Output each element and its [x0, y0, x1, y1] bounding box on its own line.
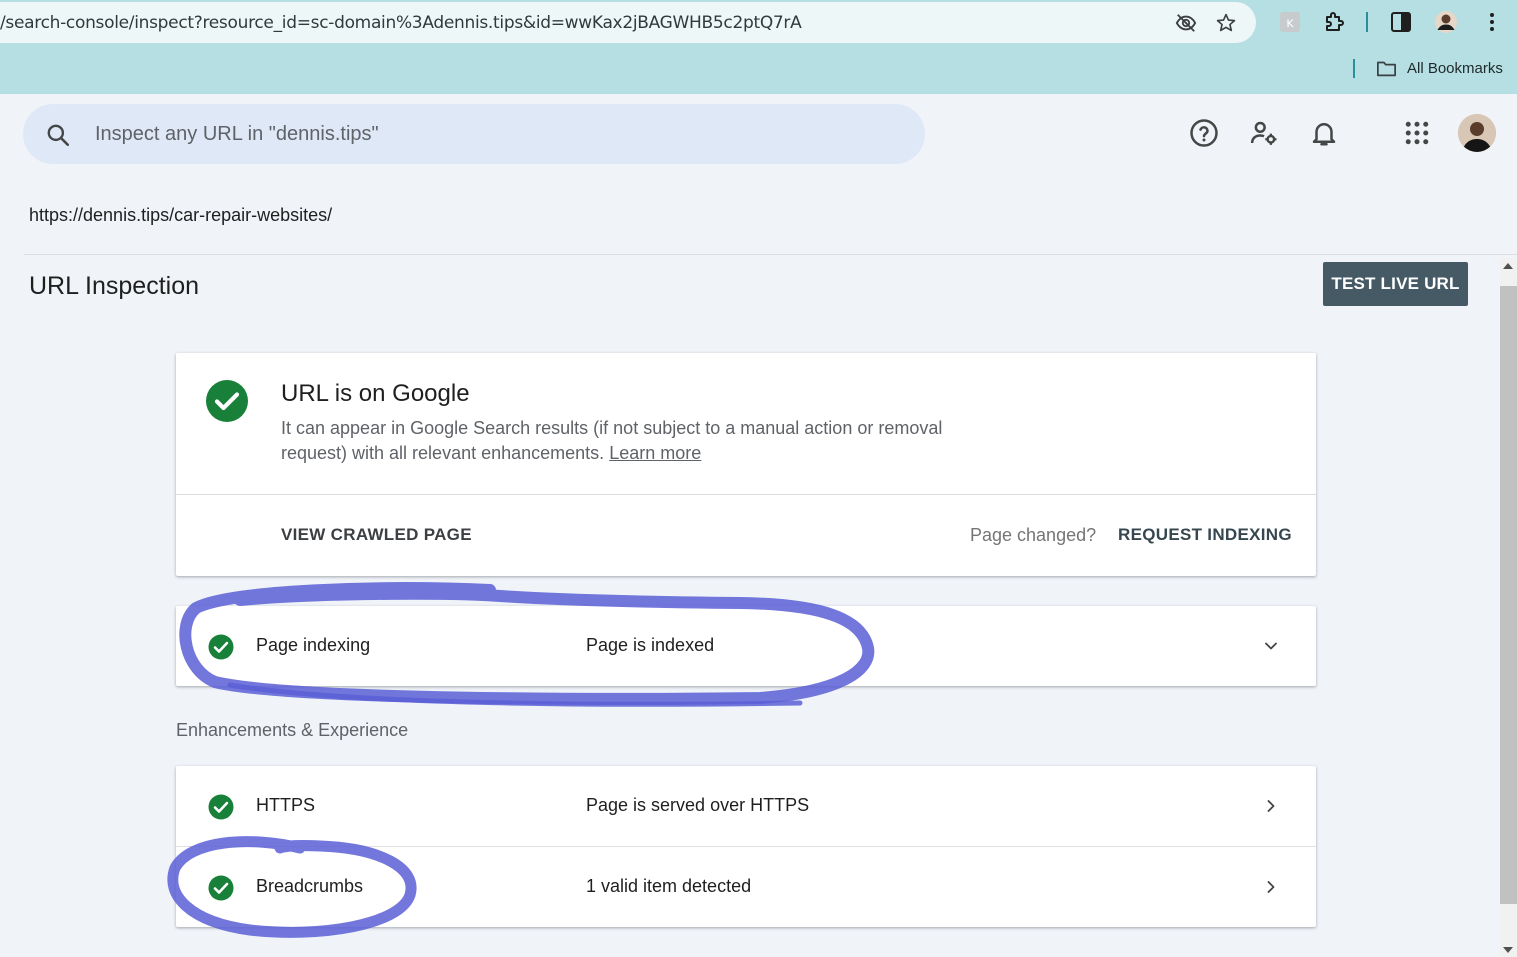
search-icon[interactable] [45, 122, 71, 148]
bookmark-star-icon[interactable] [1215, 12, 1237, 34]
help-icon[interactable] [1189, 118, 1219, 148]
page-changed-label: Page changed? [970, 525, 1097, 545]
breadcrumbs-value: 1 valid item detected [586, 876, 752, 896]
enhancement-row-breadcrumbs[interactable]: Breadcrumbs 1 valid item detected [176, 847, 1316, 927]
notifications-bell-icon[interactable] [1309, 118, 1339, 148]
eye-off-icon[interactable] [1175, 12, 1197, 34]
url-status-card: URL is on Google It can appear in Google… [176, 353, 1316, 576]
success-check-icon [206, 380, 248, 422]
enhancement-row-https[interactable]: HTTPS Page is served over HTTPS [176, 766, 1316, 847]
request-indexing-button[interactable]: REQUEST INDEXING [1118, 525, 1292, 545]
folder-icon [1377, 61, 1396, 77]
page-indexing-card[interactable]: Page indexing Page is indexed [176, 606, 1316, 686]
side-panel-icon[interactable] [1389, 10, 1413, 34]
bookmarks-divider [1353, 59, 1355, 78]
page-title: URL Inspection [29, 272, 199, 300]
breadcrumbs-check-icon [208, 875, 234, 901]
test-live-url-button[interactable]: TEST LIVE URL [1323, 262, 1468, 306]
page-indexing-row[interactable]: Page indexing Page is indexed [176, 606, 1316, 686]
apps-grid-icon[interactable] [1402, 118, 1432, 148]
browser-toolbar: /search-console/inspect?resource_id=sc-d… [0, 0, 1517, 94]
view-crawled-page-button[interactable]: VIEW CRAWLED PAGE [281, 525, 472, 545]
url-inspect-search[interactable] [23, 104, 925, 164]
enhancements-section-label: Enhancements & Experience [176, 720, 409, 740]
status-title: URL is on Google [281, 380, 470, 407]
inspected-url: https://dennis.tips/car-repair-websites/ [29, 205, 333, 225]
svg-text:ĸ: ĸ [1286, 16, 1294, 31]
account-avatar[interactable] [1458, 114, 1496, 152]
page-indexing-label: Page indexing [256, 635, 371, 655]
scroll-down-arrow[interactable] [1503, 947, 1513, 953]
header-divider [24, 254, 1517, 255]
page-indexing-value: Page is indexed [586, 635, 715, 655]
more-vert-icon[interactable] [1480, 10, 1504, 34]
https-check-icon [208, 794, 234, 820]
https-value: Page is served over HTTPS [586, 795, 810, 815]
chevron-down-icon[interactable] [1261, 636, 1281, 656]
chevron-right-icon[interactable] [1261, 877, 1281, 897]
profile-avatar-icon[interactable] [1434, 10, 1458, 34]
status-description: It can appear in Google Search results (… [281, 416, 1001, 466]
status-card-divider [176, 494, 1316, 495]
address-bar[interactable]: /search-console/inspect?resource_id=sc-d… [0, 2, 1256, 43]
search-input[interactable] [95, 104, 895, 164]
indexing-check-icon [208, 634, 234, 660]
extension-icon[interactable]: ĸ [1278, 10, 1302, 34]
learn-more-link[interactable]: Learn more [609, 443, 701, 463]
scrollbar-thumb[interactable] [1500, 286, 1517, 904]
enhancements-card: HTTPS Page is served over HTTPS Breadcru… [176, 766, 1316, 927]
chevron-right-icon[interactable] [1261, 796, 1281, 816]
account-avatar-icon [1458, 114, 1496, 152]
manage-users-icon[interactable] [1249, 118, 1279, 148]
address-url[interactable]: /search-console/inspect?resource_id=sc-d… [0, 13, 802, 33]
scroll-up-arrow[interactable] [1503, 263, 1513, 269]
extensions-puzzle-icon[interactable] [1323, 10, 1347, 34]
toolbar-divider [1366, 12, 1368, 32]
breadcrumbs-label: Breadcrumbs [256, 876, 364, 896]
https-label: HTTPS [256, 795, 316, 815]
all-bookmarks-link[interactable]: All Bookmarks [1407, 60, 1503, 77]
